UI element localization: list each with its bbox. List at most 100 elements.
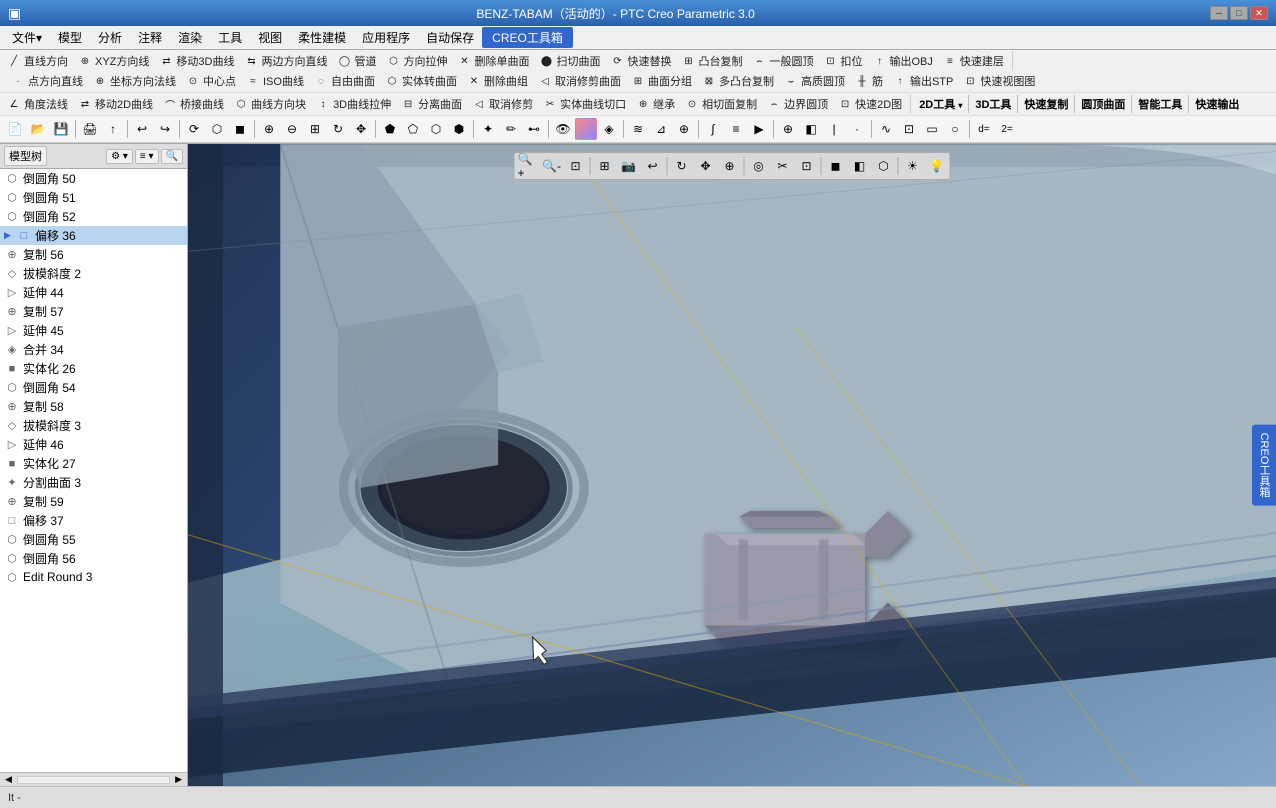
icon-tolerance[interactable]: ⊿ xyxy=(650,118,672,140)
view-section[interactable]: ✂ xyxy=(772,155,794,177)
model-tree-btn[interactable]: 模型树 xyxy=(4,146,47,166)
tb-coord-dir[interactable]: ⊕坐标方向法线 xyxy=(88,71,180,91)
tb-cancel-trim[interactable]: ◁取消修剪曲面 xyxy=(533,71,625,91)
tree-item-chamfer55[interactable]: ⬡倒圆角 55 xyxy=(0,530,187,549)
icon-wave[interactable]: ∿ xyxy=(875,118,897,140)
tree-item-chamfer54[interactable]: ⬡倒圆角 54 xyxy=(0,378,187,397)
tree-item-chamfer50[interactable]: ⬡倒圆角 50 xyxy=(0,169,187,188)
tb-del-group[interactable]: ✕删除曲组 xyxy=(462,71,532,91)
tb-solid-to-surf[interactable]: ⬡实体转曲面 xyxy=(380,71,461,91)
icon-visibility[interactable]: 👁 xyxy=(552,118,574,140)
icon-edge[interactable]: ⬠ xyxy=(402,118,424,140)
view-zoom2[interactable]: ⊕ xyxy=(719,155,741,177)
view-save-disp[interactable]: 📷 xyxy=(618,155,640,177)
tree-list[interactable]: ⬡倒圆角 50⬡倒圆角 51⬡倒圆角 52▶ □偏移 36⊕复制 56◇拔模斜度… xyxy=(0,169,187,772)
menu-file[interactable]: 文件▾ xyxy=(4,27,50,48)
icon-print[interactable]: 🖨 xyxy=(79,118,101,140)
icon-sketch[interactable]: ✏ xyxy=(500,118,522,140)
panel-filter-btn[interactable]: 🔍 xyxy=(161,149,183,164)
panel-expand-btn[interactable]: ≡ ▾ xyxy=(135,149,159,164)
menu-analysis[interactable]: 分析 xyxy=(90,27,130,48)
icon-zoom-fit[interactable]: ⊞ xyxy=(304,118,326,140)
tb-curve-dir[interactable]: ⬡曲线方向块 xyxy=(229,94,310,114)
icon-zoom-out[interactable]: ⊖ xyxy=(281,118,303,140)
icon-pan[interactable]: ✥ xyxy=(350,118,372,140)
icon-relation[interactable]: ∫ xyxy=(702,118,724,140)
tb-xyz-line[interactable]: ⊕XYZ方向线 xyxy=(73,51,153,71)
tree-item-split3[interactable]: ✦分割曲面 3 xyxy=(0,473,187,492)
icon-redo[interactable]: ↪ xyxy=(154,118,176,140)
icon-wrap[interactable]: ⊡ xyxy=(898,118,920,140)
tree-item-draft3[interactable]: ◇拔模斜度 3 xyxy=(0,416,187,435)
view-pan2[interactable]: ✥ xyxy=(695,155,717,177)
icon-feature[interactable]: ⬟ xyxy=(379,118,401,140)
icon-surface[interactable]: ⬡ xyxy=(425,118,447,140)
icon-d2[interactable]: 2= xyxy=(996,118,1018,140)
icon-point2[interactable]: · xyxy=(846,118,868,140)
tb-3d-curve-stretch[interactable]: ↕3D曲线拉伸 xyxy=(311,94,395,114)
tb-solid-curve-cut[interactable]: ✂实体曲线切口 xyxy=(538,94,630,114)
menu-view[interactable]: 视图 xyxy=(250,27,290,48)
icon-new[interactable]: 📄 xyxy=(4,118,26,140)
icon-regenerate[interactable]: ⟳ xyxy=(183,118,205,140)
menu-annotation[interactable]: 注释 xyxy=(130,27,170,48)
tree-item-chamfer56[interactable]: ⬡倒圆角 56 xyxy=(0,549,187,568)
tb-quick-layer[interactable]: ≡快速建层 xyxy=(938,51,1008,71)
tb-multi-boss[interactable]: ⊠多凸台复制 xyxy=(697,71,778,91)
tree-item-extrude45[interactable]: ▷延伸 45 xyxy=(0,321,187,340)
icon-param[interactable]: ≡ xyxy=(725,118,747,140)
tree-item-offset37[interactable]: □偏移 37 xyxy=(0,511,187,530)
icon-box-select[interactable]: ▭ xyxy=(921,118,943,140)
tree-item-copy57[interactable]: ⊕复制 57 xyxy=(0,302,187,321)
tb-line-dir[interactable]: ╱直线方向 xyxy=(2,51,72,71)
tree-item-copy59[interactable]: ⊕复制 59 xyxy=(0,492,187,511)
menu-apps[interactable]: 应用程序 xyxy=(354,27,418,48)
menu-flexible[interactable]: 柔性建模 xyxy=(290,27,354,48)
tree-item-chamfer52[interactable]: ⬡倒圆角 52 xyxy=(0,207,187,226)
icon-save[interactable]: 💾 xyxy=(50,118,72,140)
tb-angle-law[interactable]: ∠角度法线 xyxy=(2,94,72,114)
icon-material[interactable]: ◈ xyxy=(598,118,620,140)
tb-boundary-dome[interactable]: ⌢边界圆顶 xyxy=(762,94,832,114)
tb-separate-surf[interactable]: ⊟分离曲面 xyxy=(396,94,466,114)
icon-model-display[interactable]: ⬡ xyxy=(206,118,228,140)
tb-general-dome[interactable]: ⌢一般圆顶 xyxy=(747,51,817,71)
scroll-right-btn[interactable]: ▶ xyxy=(172,773,185,786)
menu-model[interactable]: 模型 xyxy=(50,27,90,48)
tree-item-merge34[interactable]: ◈合并 34 xyxy=(0,340,187,359)
tree-item-solid27[interactable]: ■实体化 27 xyxy=(0,454,187,473)
tree-item-draft2[interactable]: ◇拔模斜度 2 xyxy=(0,264,187,283)
menu-tools[interactable]: 工具 xyxy=(210,27,250,48)
close-button[interactable]: ✕ xyxy=(1250,6,1268,20)
tb-point-dir[interactable]: ·点方向直线 xyxy=(6,71,87,91)
tree-item-extrude46[interactable]: ▷延伸 46 xyxy=(0,435,187,454)
view-shade2[interactable]: ◧ xyxy=(849,155,871,177)
tb-boss-copy[interactable]: ⊞凸台复制 xyxy=(676,51,746,71)
icon-color[interactable] xyxy=(575,118,597,140)
icon-analysis[interactable]: ≋ xyxy=(627,118,649,140)
minimize-button[interactable]: ─ xyxy=(1210,6,1228,20)
tb-hq-dome[interactable]: ⌣高质圆顶 xyxy=(779,71,849,91)
tb-export-obj[interactable]: ↑输出OBJ xyxy=(867,51,936,71)
icon-dimension[interactable]: ⊷ xyxy=(523,118,545,140)
tb-quick-2d[interactable]: ⊡快速2D图 xyxy=(833,94,906,114)
tb-cancel-trim2[interactable]: ◁取消修剪 xyxy=(467,94,537,114)
tb-dir-stretch[interactable]: ⬡方向拉伸 xyxy=(381,51,451,71)
tb-sweep-cut[interactable]: ⬤扫切曲面 xyxy=(534,51,604,71)
view-shade1[interactable]: ◼ xyxy=(825,155,847,177)
tb-del-surface[interactable]: ✕删除单曲面 xyxy=(452,51,533,71)
view-wire[interactable]: ⬡ xyxy=(873,155,895,177)
view-restore[interactable]: ↩ xyxy=(642,155,664,177)
tree-item-offset36[interactable]: ▶ □偏移 36 xyxy=(0,226,187,245)
tree-item-solid26[interactable]: ■实体化 26 xyxy=(0,359,187,378)
icon-rotate[interactable]: ↻ xyxy=(327,118,349,140)
view-light1[interactable]: ☀ xyxy=(902,155,924,177)
scroll-left-btn[interactable]: ◀ xyxy=(2,773,15,786)
icon-body[interactable]: ⬢ xyxy=(448,118,470,140)
tb-inherit[interactable]: ⊕继承 xyxy=(631,94,679,114)
tb-buckle[interactable]: ⊡扣位 xyxy=(818,51,866,71)
tb-iso-curve[interactable]: ≈ISO曲线 xyxy=(241,71,308,91)
view-spin[interactable]: ↻ xyxy=(671,155,693,177)
viewport[interactable]: 🔍+ 🔍- ⊡ ⊞ 📷 ↩ ↻ ✥ ⊕ ◎ ✂ ⊡ ◼ ◧ ⬡ ☀ 💡 CREO… xyxy=(188,144,1276,786)
tree-item-chamfer51[interactable]: ⬡倒圆角 51 xyxy=(0,188,187,207)
